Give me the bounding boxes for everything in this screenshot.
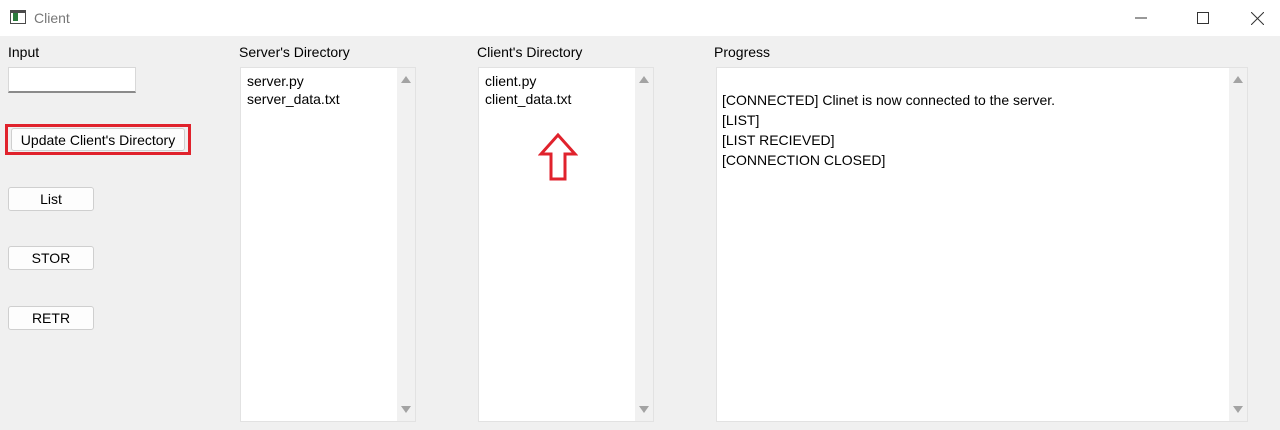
scroll-up-icon[interactable] — [639, 76, 649, 83]
app-icon — [10, 10, 26, 24]
maximize-icon — [1197, 12, 1209, 24]
stor-button[interactable]: STOR — [8, 246, 94, 270]
scrollbar[interactable] — [635, 68, 653, 421]
list-button[interactable]: List — [8, 187, 94, 211]
progress-label: Progress — [714, 44, 771, 60]
input-label: Input — [8, 44, 40, 60]
title-bar: Client — [0, 0, 1280, 36]
list-item[interactable]: client.py — [485, 72, 571, 90]
input-field[interactable] — [8, 67, 136, 93]
log-line: [LIST RECIEVED] — [722, 132, 835, 148]
minimize-button[interactable] — [1118, 0, 1164, 36]
server-directory-label: Server's Directory — [239, 44, 350, 60]
maximize-button[interactable] — [1180, 0, 1226, 36]
scroll-down-icon[interactable] — [639, 406, 649, 413]
progress-log[interactable]: [CONNECTED] Clinet is now connected to t… — [716, 67, 1248, 422]
server-directory-list[interactable]: server.py server_data.txt — [240, 67, 416, 422]
close-icon — [1250, 11, 1264, 25]
list-item[interactable]: client_data.txt — [485, 90, 571, 108]
window-title: Client — [34, 10, 70, 26]
scroll-up-icon[interactable] — [1233, 76, 1243, 83]
close-button[interactable] — [1234, 0, 1280, 36]
client-directory-list[interactable]: client.py client_data.txt — [478, 67, 654, 422]
log-line: [CONNECTION CLOSED] — [722, 152, 886, 168]
update-client-directory-button[interactable]: Update Client's Directory — [11, 128, 185, 151]
scroll-up-icon[interactable] — [401, 76, 411, 83]
scroll-down-icon[interactable] — [401, 406, 411, 413]
client-directory-label: Client's Directory — [477, 44, 583, 60]
log-line: [CONNECTED] Clinet is now connected to t… — [722, 92, 1056, 108]
list-item[interactable]: server_data.txt — [247, 90, 340, 108]
minimize-icon — [1135, 17, 1147, 19]
scrollbar[interactable] — [1229, 68, 1247, 421]
retr-button[interactable]: RETR — [8, 306, 94, 330]
log-line: [LIST] — [722, 112, 760, 128]
list-item[interactable]: server.py — [247, 72, 340, 90]
scroll-down-icon[interactable] — [1233, 406, 1243, 413]
up-arrow-icon — [538, 132, 578, 181]
scrollbar[interactable] — [397, 68, 415, 421]
